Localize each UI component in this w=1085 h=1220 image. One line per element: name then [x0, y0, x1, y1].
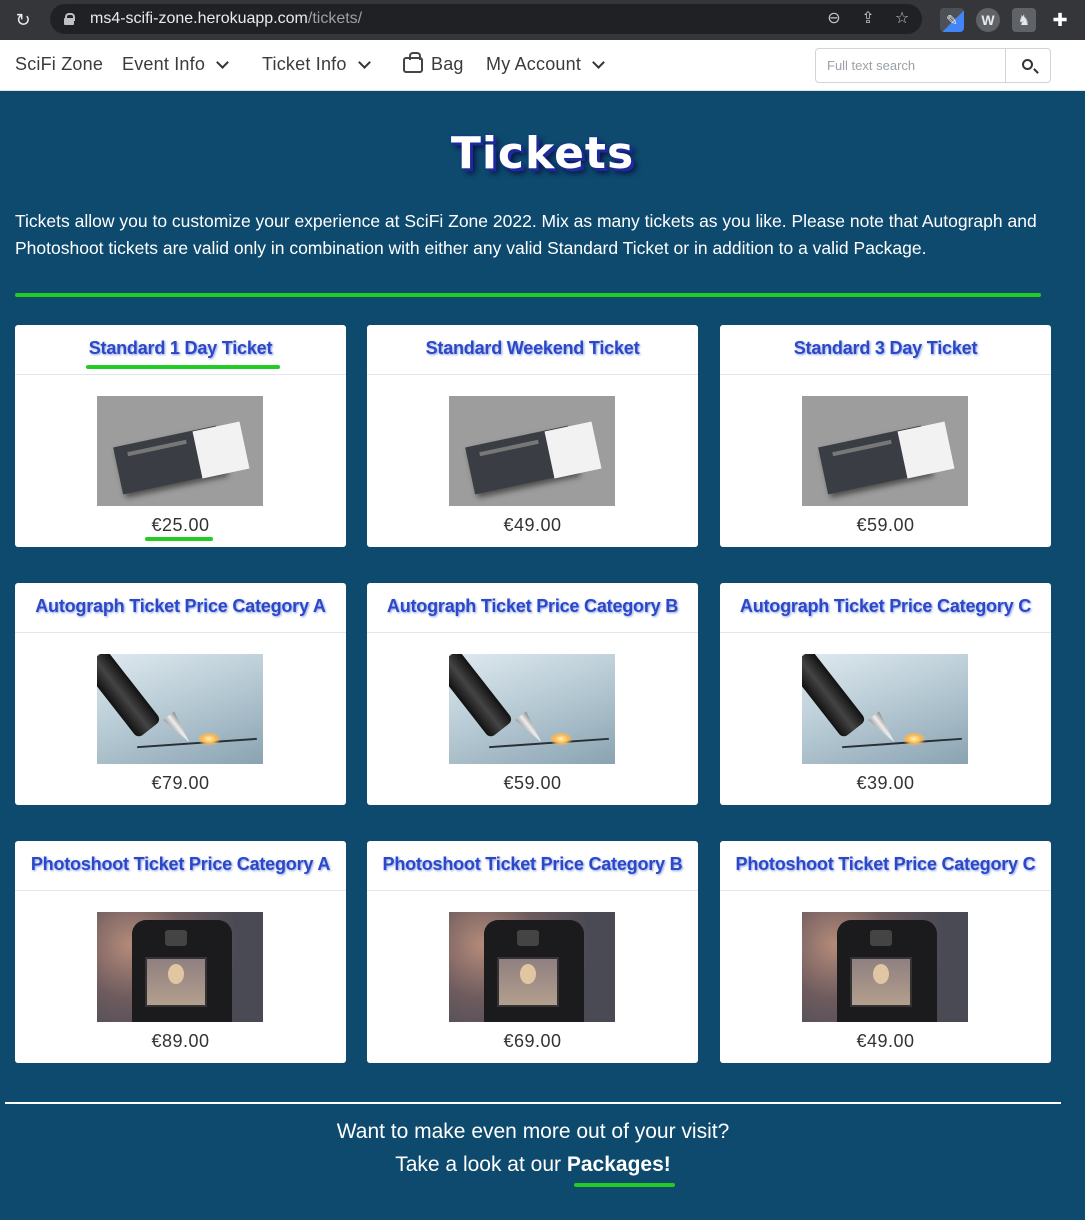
w-extension-icon[interactable]: W: [976, 8, 1000, 32]
packages-highlight-underline: [574, 1183, 675, 1187]
ticket-title-link[interactable]: Photoshoot Ticket Price Category A: [31, 854, 330, 875]
address-bar-actions: ⊖ ⇪ ☆: [824, 9, 912, 29]
cta-line-1: Want to make even more out of your visit…: [336, 1120, 730, 1143]
unicorn-extension-icon[interactable]: ♞: [1012, 8, 1036, 32]
ticket-card[interactable]: Standard Weekend Ticket €49.00: [367, 325, 698, 547]
card-header: Photoshoot Ticket Price Category C: [720, 841, 1051, 891]
ticket-price: €39.00: [856, 773, 915, 793]
nav-event-info[interactable]: Event Info: [122, 54, 229, 75]
ticket-card[interactable]: Photoshoot Ticket Price Category C €49.0…: [720, 841, 1051, 1063]
pen-image[interactable]: [449, 654, 615, 764]
camera-image[interactable]: [97, 912, 263, 1022]
search-button[interactable]: [1005, 49, 1050, 82]
ticket-image[interactable]: [802, 396, 968, 506]
ticket-title-link[interactable]: Autograph Ticket Price Category B: [387, 596, 678, 617]
ticket-title-link[interactable]: Standard Weekend Ticket: [426, 338, 640, 359]
ticket-price: €59.00: [856, 515, 915, 535]
nav-my-account[interactable]: My Account: [486, 54, 605, 75]
bookmark-star-icon[interactable]: ☆: [892, 9, 912, 29]
search-form: [815, 48, 1051, 83]
url-host: ms4-scifi-zone.herokuapp.com: [90, 10, 308, 27]
bag-icon: [403, 51, 423, 73]
card-header: Standard 3 Day Ticket: [720, 325, 1051, 375]
ticket-card[interactable]: Autograph Ticket Price Category C €39.00: [720, 583, 1051, 805]
zoom-icon[interactable]: ⊖: [824, 9, 844, 29]
search-input[interactable]: [816, 49, 1006, 82]
chevron-down-icon: [357, 55, 371, 69]
title-highlight-underline: [86, 365, 280, 369]
ticket-price: €69.00: [503, 1031, 562, 1051]
nav-ticket-info[interactable]: Ticket Info: [262, 54, 371, 75]
card-header: Photoshoot Ticket Price Category A: [15, 841, 346, 891]
nav-my-account-label: My Account: [486, 54, 582, 74]
card-header: Autograph Ticket Price Category B: [367, 583, 698, 633]
ticket-card[interactable]: Autograph Ticket Price Category A €79.00: [15, 583, 346, 805]
address-bar[interactable]: ms4-scifi-zone.herokuapp.com/tickets/ ⊖ …: [50, 4, 922, 34]
nav-event-info-label: Event Info: [122, 54, 206, 74]
ticket-title-link[interactable]: Photoshoot Ticket Price Category C: [736, 854, 1036, 875]
extensions-puzzle-icon[interactable]: ✚: [1048, 8, 1072, 32]
nav-ticket-info-label: Ticket Info: [262, 54, 347, 74]
ticket-price: €59.00: [503, 773, 562, 793]
pen-image[interactable]: [97, 654, 263, 764]
ticket-title-link[interactable]: Autograph Ticket Price Category C: [740, 596, 1031, 617]
ticket-card[interactable]: Photoshoot Ticket Price Category B €69.0…: [367, 841, 698, 1063]
camera-image[interactable]: [802, 912, 968, 1022]
site-navbar: SciFi Zone Event Info Ticket Info Bag My…: [0, 40, 1085, 91]
price-highlight-underline: [145, 537, 213, 541]
share-icon[interactable]: ⇪: [858, 9, 878, 29]
brand-link[interactable]: SciFi Zone: [15, 54, 103, 75]
extensions-area: ✎ W ♞ ✚: [940, 8, 1072, 32]
lock-icon[interactable]: [64, 13, 75, 25]
search-icon: [1022, 59, 1034, 70]
ticket-title-link[interactable]: Standard 1 Day Ticket: [89, 338, 273, 359]
ticket-card[interactable]: Photoshoot Ticket Price Category A €89.0…: [15, 841, 346, 1063]
ticket-title-link[interactable]: Standard 3 Day Ticket: [794, 338, 978, 359]
chevron-down-icon: [592, 55, 605, 69]
packages-link[interactable]: Packages!: [567, 1153, 671, 1176]
ticket-image[interactable]: [97, 396, 263, 506]
intro-text: Tickets allow you to customize your expe…: [15, 211, 1037, 258]
chevron-down-icon: [216, 55, 229, 69]
ticket-card[interactable]: Standard 1 Day Ticket €25.00: [15, 325, 346, 547]
ticket-price: €79.00: [151, 773, 210, 793]
ticket-image[interactable]: [449, 396, 615, 506]
green-divider: [15, 293, 1041, 297]
ticket-price: €49.00: [856, 1031, 915, 1051]
nav-bag[interactable]: Bag: [403, 51, 464, 75]
card-header: Autograph Ticket Price Category C: [720, 583, 1051, 633]
card-header: Autograph Ticket Price Category A: [15, 583, 346, 633]
url-text[interactable]: ms4-scifi-zone.herokuapp.com/tickets/: [90, 10, 362, 28]
ticket-title-link[interactable]: Photoshoot Ticket Price Category B: [383, 854, 683, 875]
reload-icon[interactable]: ↻: [12, 9, 34, 31]
camera-image[interactable]: [449, 912, 615, 1022]
ticket-card[interactable]: Autograph Ticket Price Category B €59.00: [367, 583, 698, 805]
page-title: Tickets: [450, 128, 635, 179]
cta-prefix: Take a look at our: [395, 1153, 567, 1176]
url-path: /tickets/: [307, 10, 363, 27]
ticket-card[interactable]: Standard 3 Day Ticket €59.00: [720, 325, 1051, 547]
card-header: Photoshoot Ticket Price Category B: [367, 841, 698, 891]
ticket-price: €25.00: [151, 515, 210, 535]
eyedropper-extension-icon[interactable]: ✎: [940, 8, 964, 32]
ticket-price: €49.00: [503, 515, 562, 535]
cta-line-2: Take a look at our Packages!: [0, 1153, 1066, 1177]
nav-bag-label: Bag: [431, 54, 464, 74]
browser-toolbar: ↻ ms4-scifi-zone.herokuapp.com/tickets/ …: [0, 0, 1085, 40]
bottom-divider: [5, 1102, 1061, 1104]
ticket-title-link[interactable]: Autograph Ticket Price Category A: [35, 596, 326, 617]
card-header: Standard Weekend Ticket: [367, 325, 698, 375]
pen-image[interactable]: [802, 654, 968, 764]
ticket-price: €89.00: [151, 1031, 210, 1051]
